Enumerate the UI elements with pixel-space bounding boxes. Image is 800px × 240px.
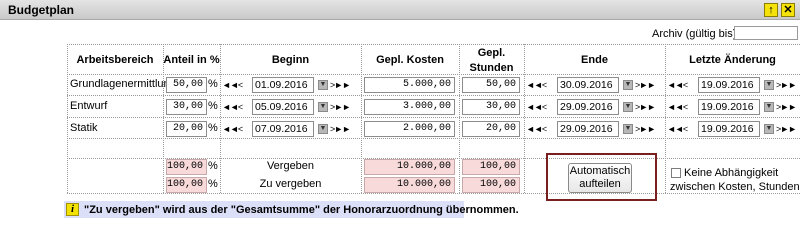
percent-sign: % [208,178,218,190]
window-titlebar: Budgetplan ↑ ✕ [0,0,800,20]
stunden-input[interactable]: 30,00 [462,99,520,115]
calendar-dropdown-icon[interactable]: ▼ [623,80,633,90]
zu-vergeben-stunden-field: 100,00 [462,177,520,193]
ende-next-icon[interactable]: >►► [635,99,656,115]
stunden-input[interactable]: 50,00 [462,77,520,93]
beginn-date-input[interactable]: 05.09.2016 [252,99,314,115]
aenderung-next-icon[interactable]: >►► [776,121,797,137]
stunden-input[interactable]: 20,00 [462,121,520,137]
ende-prev-icon[interactable]: ◄◄< [526,121,547,137]
calendar-dropdown-icon[interactable]: ▼ [623,102,633,112]
aenderung-next-icon[interactable]: >►► [776,77,797,93]
aenderung-date-input[interactable]: 19.09.2016 [698,99,760,115]
calendar-dropdown-icon[interactable]: ▼ [318,124,328,134]
auto-button-line2: aufteilen [579,178,621,190]
percent-sign: % [208,100,218,112]
ende-date-input[interactable]: 30.09.2016 [557,77,619,93]
zu-vergeben-anteil-field: 100,00 [166,177,207,193]
calendar-dropdown-icon[interactable]: ▼ [623,124,633,134]
kosten-input[interactable]: 2.000,00 [364,121,455,137]
info-text: "Zu vergeben" wird aus der "Gesamtsumme"… [84,204,519,216]
auto-button-line1: Automatisch [569,165,631,177]
aenderung-date-input[interactable]: 19.09.2016 [698,121,760,137]
window-title: Budgetplan [8,3,74,17]
arrow-up-icon[interactable]: ↑ [764,3,778,17]
ende-prev-icon[interactable]: ◄◄< [526,99,547,115]
aenderung-date-input[interactable]: 19.09.2016 [698,77,760,93]
anteil-input[interactable]: 20,00 [166,121,207,137]
vergeben-stunden-field: 100,00 [462,159,520,175]
aenderung-next-icon[interactable]: >►► [776,99,797,115]
row-name: Entwurf [70,100,108,112]
column-header-stunden-line1: Gepl. [477,47,506,59]
percent-sign: % [208,122,218,134]
info-icon: i [66,203,79,216]
calendar-dropdown-icon[interactable]: ▼ [318,80,328,90]
calendar-dropdown-icon[interactable]: ▼ [318,102,328,112]
aenderung-prev-icon[interactable]: ◄◄< [667,99,688,115]
calendar-dropdown-icon[interactable]: ▼ [764,124,774,134]
vergeben-kosten-field: 10.000,00 [364,159,455,175]
kosten-input[interactable]: 5.000,00 [364,77,455,93]
column-header-ende: Ende [581,54,608,66]
beginn-next-icon[interactable]: >►► [330,99,351,115]
column-header-kosten: Gepl. Kosten [376,54,444,66]
percent-sign: % [208,160,218,172]
row-name: Statik [70,122,98,134]
column-header-beginn: Beginn [271,54,310,66]
column-header-stunden-line2: Stunden [469,62,514,74]
ende-next-icon[interactable]: >►► [635,121,656,137]
column-header-letzte-aenderung: Letzte Änderung [689,54,776,66]
kosten-input[interactable]: 3.000,00 [364,99,455,115]
aenderung-prev-icon[interactable]: ◄◄< [667,121,688,137]
ende-prev-icon[interactable]: ◄◄< [526,77,547,93]
beginn-date-input[interactable]: 07.09.2016 [252,121,314,137]
vergeben-label: Vergeben [266,160,315,172]
zu-vergeben-label: Zu vergeben [259,178,322,190]
ende-date-input[interactable]: 29.09.2016 [557,121,619,137]
archiv-date-input[interactable] [734,26,798,40]
beginn-date-input[interactable]: 01.09.2016 [252,77,314,93]
zu-vergeben-kosten-field: 10.000,00 [364,177,455,193]
percent-sign: % [208,78,218,90]
calendar-dropdown-icon[interactable]: ▼ [764,80,774,90]
beginn-next-icon[interactable]: >►► [330,77,351,93]
anteil-input[interactable]: 30,00 [166,99,207,115]
beginn-next-icon[interactable]: >►► [330,121,351,137]
ende-date-input[interactable]: 29.09.2016 [557,99,619,115]
automatisch-aufteilen-button[interactable]: Automatisch aufteilen [568,163,632,193]
aenderung-prev-icon[interactable]: ◄◄< [667,77,688,93]
column-header-anteil: Anteil in % [163,54,220,66]
close-icon[interactable]: ✕ [781,3,795,17]
beginn-prev-icon[interactable]: ◄◄< [222,121,243,137]
beginn-prev-icon[interactable]: ◄◄< [222,77,243,93]
archiv-label: Archiv (gültig bis): [652,28,740,40]
ende-next-icon[interactable]: >►► [635,77,656,93]
beginn-prev-icon[interactable]: ◄◄< [222,99,243,115]
anteil-input[interactable]: 50,00 [166,77,207,93]
column-header-stunden: Gepl. Stunden [459,46,524,76]
keine-abhaengigkeit-label: Keine Abhängigkeit zwischen Kosten, Stun… [670,167,800,196]
calendar-dropdown-icon[interactable]: ▼ [764,102,774,112]
column-header-arbeitsbereich: Arbeitsbereich [76,54,154,66]
vergeben-anteil-field: 100,00 [166,159,207,175]
row-name: Grundlagenermittlung [70,78,176,90]
